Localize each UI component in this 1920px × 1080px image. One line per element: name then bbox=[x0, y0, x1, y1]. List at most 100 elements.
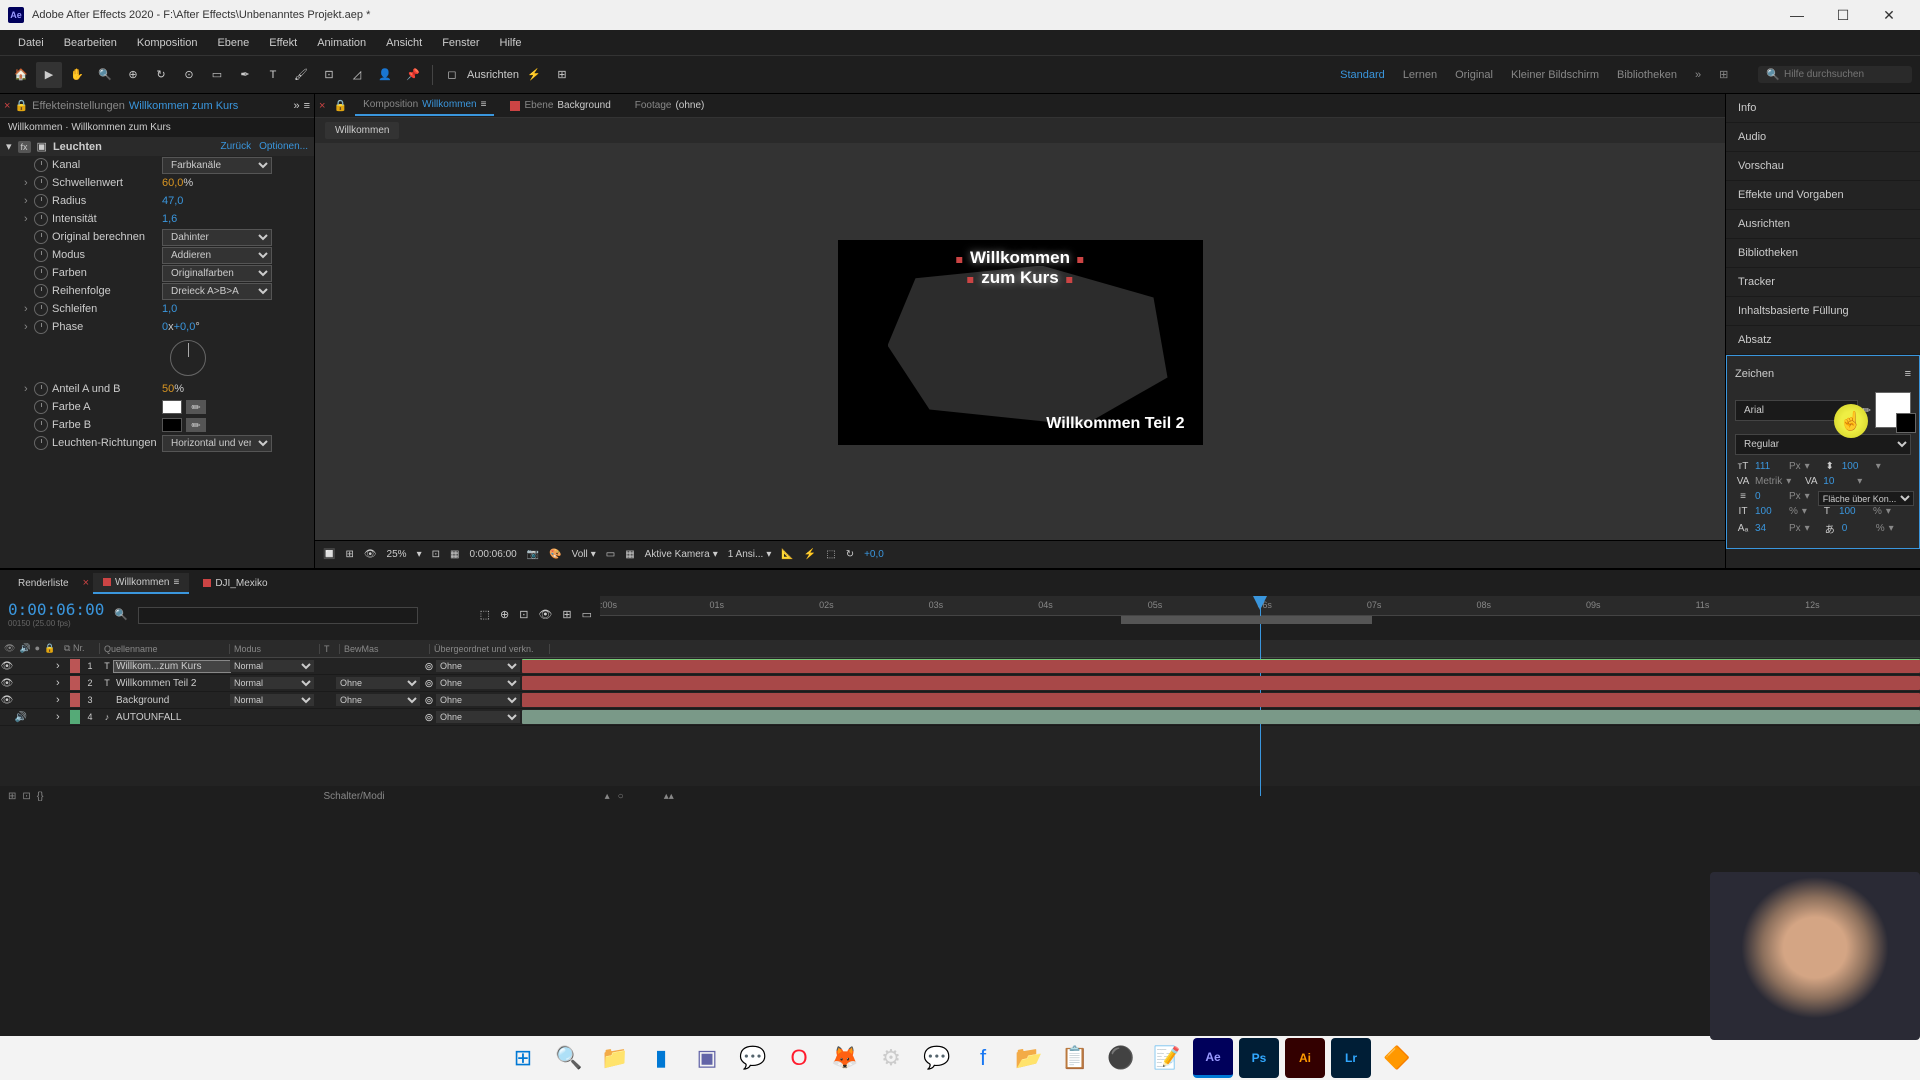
workspace-lernen[interactable]: Lernen bbox=[1403, 69, 1437, 81]
resolution-dropdown[interactable]: Voll ▾ bbox=[572, 549, 596, 560]
comp-lock-icon[interactable]: 🔒 bbox=[333, 99, 347, 112]
eyedropper-icon[interactable]: ✏ bbox=[1862, 404, 1871, 417]
text-layer-1[interactable]: Willkommen zum Kurs bbox=[953, 248, 1086, 288]
zoom-slider-handle[interactable]: ○ bbox=[618, 791, 624, 802]
stopwatch-icon[interactable] bbox=[34, 436, 48, 450]
layer-track[interactable] bbox=[522, 658, 1920, 674]
workspace-more[interactable]: » bbox=[1695, 69, 1701, 81]
tl-footer-icon2[interactable]: ⊡ bbox=[22, 791, 30, 802]
timeline-search[interactable] bbox=[138, 607, 418, 624]
help-search[interactable]: 🔍 bbox=[1758, 66, 1912, 83]
audio-toggle[interactable]: 🔊 bbox=[14, 712, 28, 723]
leading-value[interactable]: 100 bbox=[1842, 461, 1872, 472]
prop-select[interactable]: Addieren bbox=[162, 247, 272, 264]
pen-tool[interactable]: ✒ bbox=[232, 62, 258, 88]
pickwhip-icon[interactable]: ⊚ bbox=[422, 694, 436, 707]
layer-color[interactable] bbox=[70, 659, 80, 673]
panel-effekte[interactable]: Effekte und Vorgaben bbox=[1726, 181, 1920, 210]
matte-select[interactable]: Ohne bbox=[336, 694, 420, 706]
more-tools[interactable]: ⊞ bbox=[549, 62, 575, 88]
taskbar-teams[interactable]: ▣ bbox=[687, 1038, 727, 1078]
grid-icon[interactable]: ⊞ bbox=[345, 549, 353, 560]
taskbar-app2[interactable]: 📋 bbox=[1055, 1038, 1095, 1078]
menu-effekt[interactable]: Effekt bbox=[259, 33, 307, 53]
visibility-toggle[interactable]: 👁 bbox=[0, 695, 14, 706]
fx-badge[interactable]: fx bbox=[18, 141, 31, 153]
layer-bar[interactable] bbox=[522, 693, 1920, 707]
menu-datei[interactable]: Datei bbox=[8, 33, 54, 53]
expand-icon[interactable]: › bbox=[24, 303, 34, 315]
prop-value[interactable]: 60,0 bbox=[162, 177, 183, 189]
brush-tool[interactable]: 🖌 bbox=[288, 62, 314, 88]
timeline-ruler[interactable]: :00s01s02s03s04s05s06s07s08s09s11s12s bbox=[600, 596, 1920, 616]
layer-color[interactable] bbox=[70, 710, 80, 724]
taskbar-app1[interactable]: ⚙ bbox=[871, 1038, 911, 1078]
layer-row[interactable]: 👁›3BackgroundNormalOhne⊚Ohne bbox=[0, 692, 1920, 709]
panel-tracker[interactable]: Tracker bbox=[1726, 268, 1920, 297]
prop-value[interactable]: 1,0 bbox=[162, 303, 177, 315]
prop-select[interactable]: Dahinter bbox=[162, 229, 272, 246]
tl-tab-mexiko[interactable]: DJI_Mexiko bbox=[193, 574, 277, 593]
effect-options-link[interactable]: Optionen... bbox=[259, 141, 308, 152]
font-family-select[interactable]: Arial bbox=[1735, 400, 1858, 421]
expand-icon[interactable]: › bbox=[56, 677, 70, 689]
region-icon[interactable]: ▭ bbox=[606, 549, 615, 560]
layer-row[interactable]: 👁›2TWillkommen Teil 2NormalOhne⊚Ohne bbox=[0, 675, 1920, 692]
hand-tool[interactable]: ✋ bbox=[64, 62, 90, 88]
prop-select[interactable]: Dreieck A>B>A bbox=[162, 283, 272, 300]
blend-mode-select[interactable]: Normal bbox=[230, 694, 314, 706]
rotate-tool[interactable]: ↻ bbox=[148, 62, 174, 88]
stopwatch-icon[interactable] bbox=[34, 212, 48, 226]
color-icon[interactable]: 🎨 bbox=[549, 549, 561, 560]
expand-icon[interactable]: › bbox=[24, 177, 34, 189]
menu-ansicht[interactable]: Ansicht bbox=[376, 33, 432, 53]
tl-icon-6[interactable]: ▭ bbox=[582, 608, 592, 621]
taskbar-ae[interactable]: Ae bbox=[1193, 1038, 1233, 1078]
baseline-value[interactable]: 34 bbox=[1755, 523, 1785, 534]
stopwatch-icon[interactable] bbox=[34, 284, 48, 298]
layer-name[interactable]: Background bbox=[114, 695, 230, 706]
layer-color[interactable] bbox=[70, 676, 80, 690]
taskbar-windows[interactable]: ⊞ bbox=[503, 1038, 543, 1078]
stopwatch-icon[interactable] bbox=[34, 418, 48, 432]
preview-icon[interactable]: ▦ bbox=[450, 549, 459, 560]
lock-icon[interactable]: 🔒 bbox=[14, 99, 28, 112]
tl-icon-5[interactable]: ⊞ bbox=[562, 608, 571, 621]
tl-icon-2[interactable]: ⊕ bbox=[500, 608, 509, 621]
color-swatch[interactable] bbox=[162, 400, 182, 414]
parent-select[interactable]: Ohne bbox=[436, 660, 520, 672]
layer-bar[interactable] bbox=[522, 659, 1920, 673]
selection-handle[interactable] bbox=[1066, 277, 1072, 283]
panel-bibliotheken[interactable]: Bibliotheken bbox=[1726, 239, 1920, 268]
work-area[interactable] bbox=[1121, 616, 1372, 624]
prop-select[interactable]: Originalfarben bbox=[162, 265, 272, 282]
font-weight-select[interactable]: Regular bbox=[1735, 434, 1911, 455]
prop-value2[interactable]: +0,0 bbox=[174, 321, 196, 333]
taskbar-facebook[interactable]: f bbox=[963, 1038, 1003, 1078]
tl-tab-render[interactable]: Renderliste bbox=[8, 574, 79, 593]
stopwatch-icon[interactable] bbox=[34, 176, 48, 190]
parent-select[interactable]: Ohne bbox=[436, 694, 520, 706]
stopwatch-icon[interactable] bbox=[34, 230, 48, 244]
tl-close-icon[interactable]: × bbox=[83, 577, 89, 589]
eyedropper-icon[interactable]: ✏ bbox=[186, 418, 206, 432]
prop-value[interactable]: 1,6 bbox=[162, 213, 177, 225]
footer-label[interactable]: Schalter/Modi bbox=[323, 791, 384, 802]
stroke-value[interactable]: 0 bbox=[1755, 491, 1785, 502]
taskbar-lr[interactable]: Lr bbox=[1331, 1038, 1371, 1078]
tl-tab-willkommen[interactable]: Willkommen ≡ bbox=[93, 573, 189, 594]
text-layer-2[interactable]: Willkommen Teil 2 bbox=[1046, 415, 1184, 433]
font-size-value[interactable]: 111 bbox=[1755, 461, 1785, 472]
eyedropper-icon[interactable]: ✏ bbox=[186, 400, 206, 414]
timeline-timecode[interactable]: 0:00:06:00 bbox=[8, 600, 104, 619]
text-tool[interactable]: T bbox=[260, 62, 286, 88]
menu-fenster[interactable]: Fenster bbox=[432, 33, 489, 53]
workspace-klein[interactable]: Kleiner Bildschirm bbox=[1511, 69, 1599, 81]
visibility-toggle[interactable]: 👁 bbox=[0, 678, 14, 689]
comp-close-icon[interactable]: × bbox=[319, 100, 325, 112]
tl-icon-4[interactable]: 👁 bbox=[538, 608, 552, 621]
menu-ebene[interactable]: Ebene bbox=[207, 33, 259, 53]
taskbar-firefox[interactable]: 🦊 bbox=[825, 1038, 865, 1078]
expand-icon[interactable]: › bbox=[56, 660, 70, 672]
blend-mode-select[interactable]: Normal bbox=[230, 677, 314, 689]
